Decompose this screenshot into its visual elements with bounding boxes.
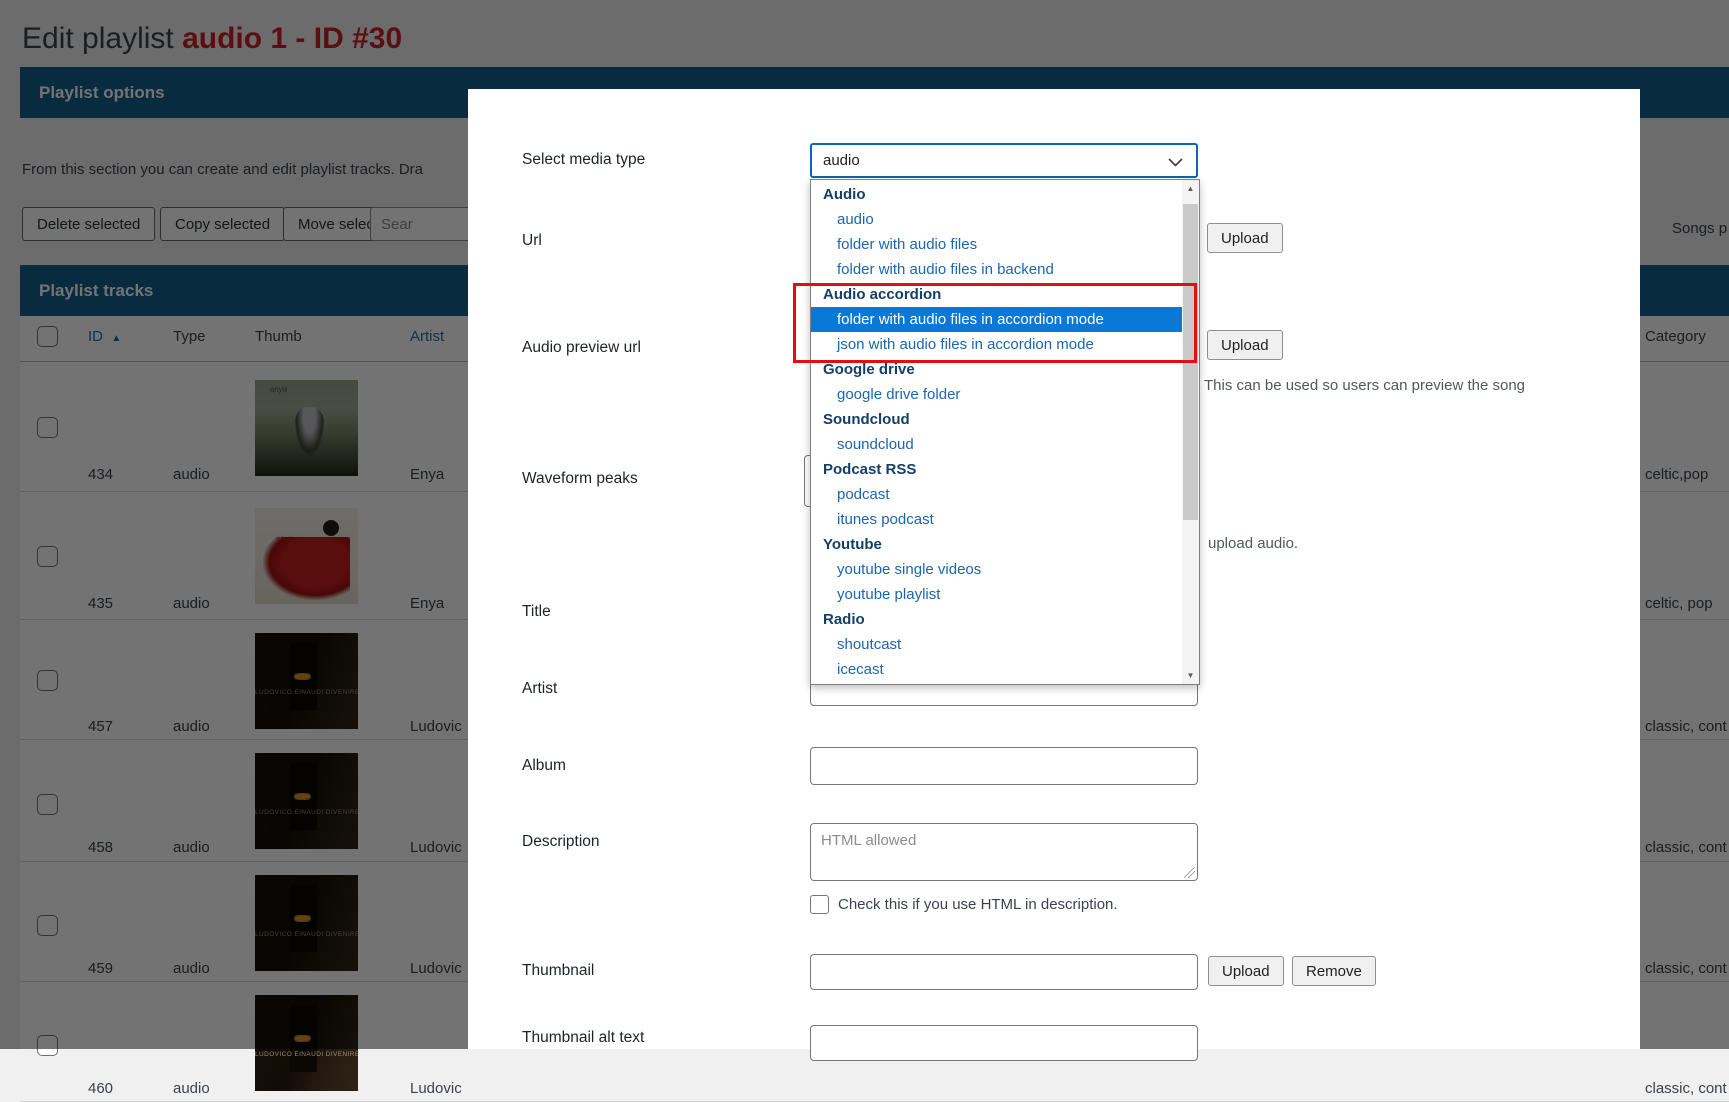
thumbnail-label: Thumbnail (522, 962, 594, 980)
artist-label: Artist (522, 680, 557, 698)
dropdown-group: Youtube (811, 532, 1182, 557)
dropdown-option[interactable]: itunes podcast (811, 507, 1182, 532)
audio-preview-url-label: Audio preview url (522, 339, 641, 357)
row-type: audio (173, 1080, 210, 1097)
scroll-up-icon[interactable]: ▲ (1182, 180, 1199, 197)
description-placeholder: HTML allowed (821, 832, 916, 849)
dropdown-option[interactable]: youtube single videos (811, 557, 1182, 582)
url-upload-button[interactable]: Upload (1207, 223, 1283, 253)
audio-preview-help-text: This can be used so users can preview th… (1204, 377, 1525, 394)
dropdown-option[interactable]: youtube playlist (811, 582, 1182, 607)
media-type-selected-value: audio (823, 152, 860, 169)
dropdown-option[interactable]: shoutcast (811, 632, 1182, 657)
html-description-checkbox[interactable] (810, 895, 829, 914)
description-textarea[interactable]: HTML allowed (810, 823, 1198, 881)
dropdown-group: Audio (811, 182, 1182, 207)
media-type-select[interactable]: audio (810, 143, 1198, 178)
dropdown-option[interactable]: audio (811, 207, 1182, 232)
url-label: Url (522, 232, 542, 250)
album-label: Album (522, 757, 566, 775)
waveform-help-text: upload audio. (1208, 535, 1298, 552)
album-art-caption: LUDOVICO EINAUDI DIVENIRE (255, 1051, 358, 1058)
album-input[interactable] (810, 747, 1198, 785)
dropdown-group: Soundcloud (811, 407, 1182, 432)
row-artist: Ludovic (410, 1080, 462, 1097)
dropdown-option[interactable]: folder with audio files (811, 232, 1182, 257)
thumbnail-alt-input[interactable] (810, 1025, 1198, 1061)
row-category: classic, cont (1645, 1080, 1727, 1097)
description-label: Description (522, 833, 600, 851)
edit-track-modal: Select media type audio Url Upload Audio… (468, 89, 1640, 1049)
media-type-label: Select media type (522, 151, 645, 169)
resize-handle-icon[interactable] (1184, 867, 1195, 878)
thumbnail-alt-label: Thumbnail alt text (522, 1029, 644, 1047)
thumbnail-input[interactable] (810, 954, 1198, 990)
dropdown-option[interactable]: folder with audio files in backend (811, 257, 1182, 282)
scroll-down-icon[interactable]: ▼ (1182, 667, 1199, 684)
thumbnail-remove-button[interactable]: Remove (1292, 956, 1376, 986)
dropdown-scrollbar[interactable]: ▲ ▼ (1182, 180, 1199, 684)
audio-preview-upload-button[interactable]: Upload (1207, 330, 1283, 360)
title-label: Title (522, 603, 551, 621)
media-type-dropdown-list: Audio audio folder with audio files fold… (810, 179, 1200, 685)
dropdown-option[interactable]: icecast (811, 657, 1182, 682)
chevron-down-icon (1168, 158, 1183, 167)
waveform-peaks-label: Waveform peaks (522, 470, 638, 488)
dropdown-option[interactable]: google drive folder (811, 382, 1182, 407)
dropdown-option[interactable]: podcast (811, 482, 1182, 507)
row-id: 460 (88, 1080, 113, 1097)
html-description-checkbox-label: Check this if you use HTML in descriptio… (838, 896, 1118, 913)
dropdown-group: Podcast RSS (811, 457, 1182, 482)
dropdown-option[interactable]: soundcloud (811, 432, 1182, 457)
thumbnail-upload-button[interactable]: Upload (1208, 956, 1284, 986)
annotation-highlight-rectangle (793, 283, 1197, 363)
dropdown-group: Radio (811, 607, 1182, 632)
